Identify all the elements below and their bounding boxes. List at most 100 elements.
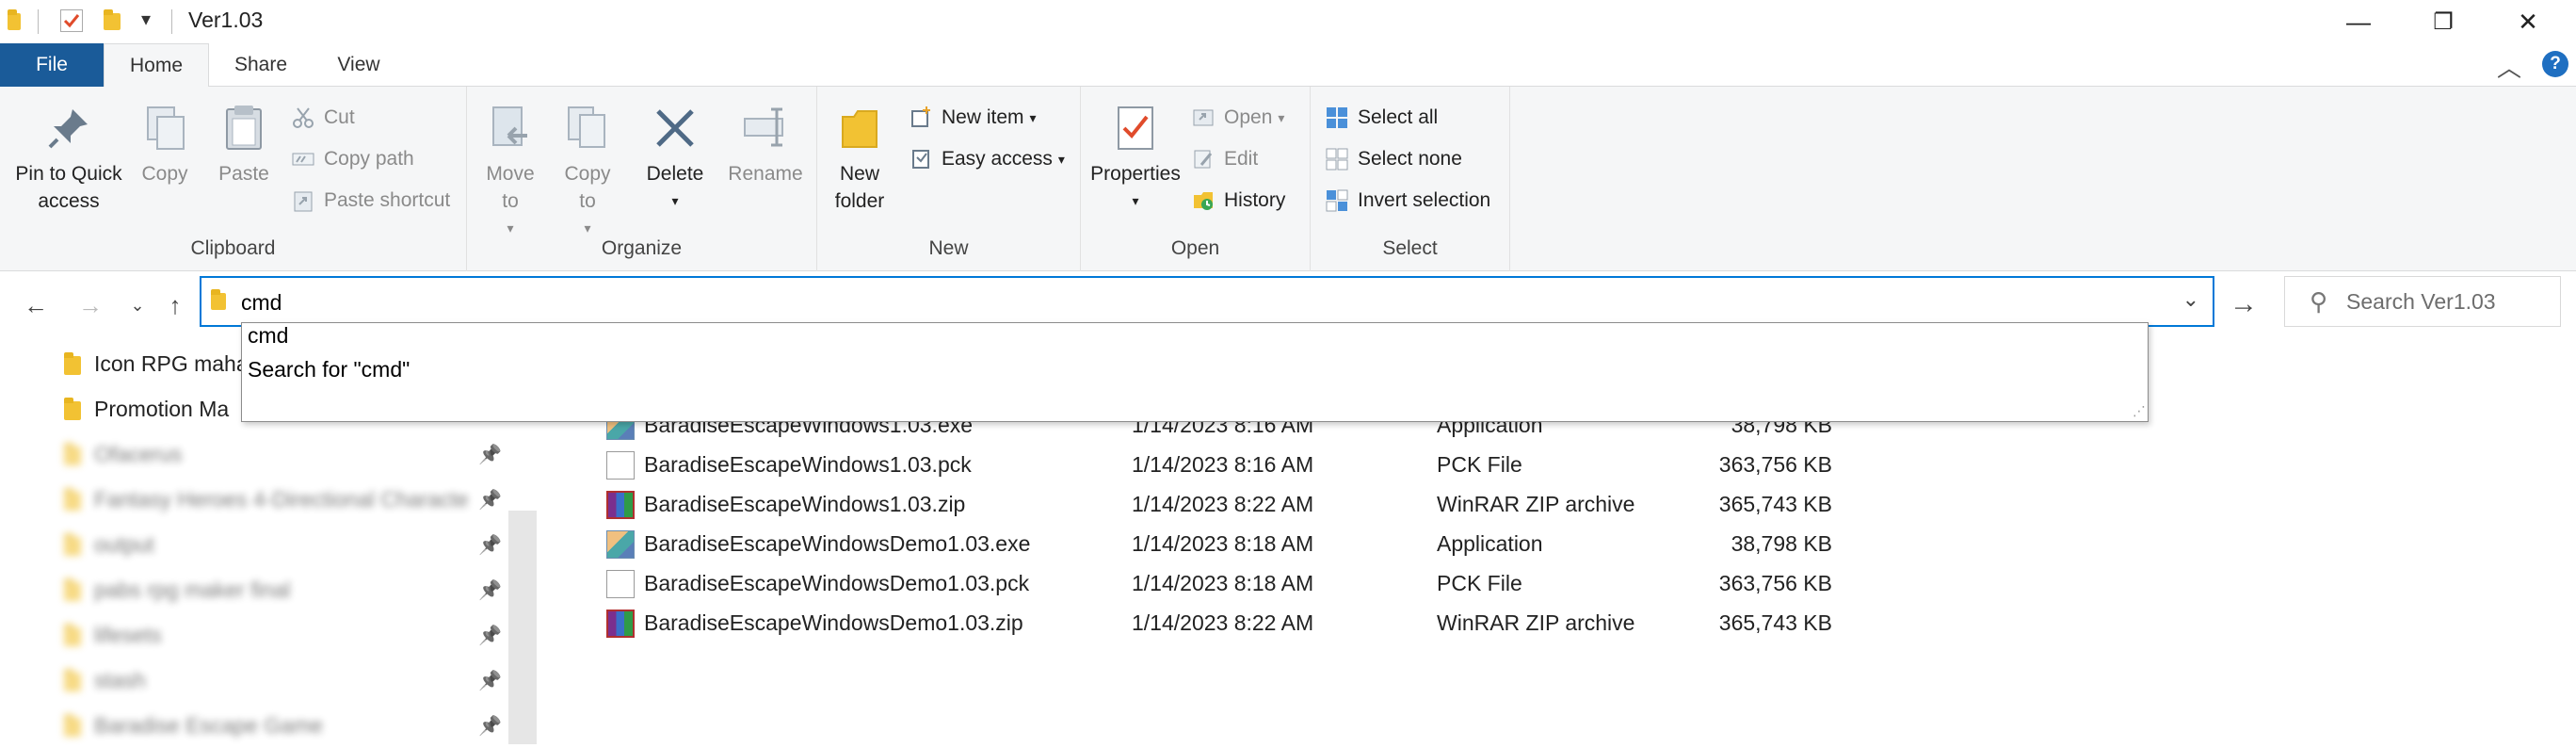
copy-path-label: Copy path: [324, 148, 414, 170]
folder-icon: [64, 578, 81, 601]
paste-shortcut-button[interactable]: Paste shortcut: [292, 185, 450, 217]
nav-item[interactable]: Fantasy Heroes 4-Directional Characte 📌: [0, 477, 508, 522]
pin-icon[interactable]: 📌: [478, 488, 502, 512]
invert-selection-label: Invert selection: [1358, 189, 1491, 211]
pin-icon[interactable]: 📌: [478, 578, 502, 602]
edit-button[interactable]: Edit: [1192, 143, 1258, 175]
new-group: New folder New item ▾ Easy access ▾ New: [817, 87, 1081, 271]
copy-to-button[interactable]: Copy to ▾: [557, 104, 618, 242]
properties-button[interactable]: Properties ▾: [1088, 104, 1183, 215]
tab-view[interactable]: View: [316, 43, 401, 87]
history-label: History: [1224, 189, 1286, 211]
open-label-group: Open: [1170, 237, 1220, 259]
select-label: Select: [1382, 237, 1438, 259]
minimize-ribbon-icon[interactable]: ︿: [2497, 49, 2521, 84]
table-row[interactable]: BaradiseEscapeWindows1.03.pck 1/14/2023 8…: [537, 445, 2576, 484]
copy-to-icon: [563, 104, 612, 153]
tab-home[interactable]: Home: [104, 43, 209, 87]
up-arrow-icon[interactable]: ↑: [158, 288, 192, 322]
resize-grip-icon[interactable]: ⋰: [2133, 403, 2146, 419]
table-row[interactable]: BaradiseEscapeWindows1.03.zip 1/14/2023 8…: [537, 484, 2576, 524]
nav-item[interactable]: Baradise Escape Game 📌: [0, 703, 508, 748]
search-icon: ⚲: [2310, 286, 2328, 316]
easy-access-button[interactable]: Easy access ▾: [910, 143, 1065, 175]
rename-button[interactable]: Rename: [723, 104, 808, 187]
new-folder-button[interactable]: New folder: [830, 104, 889, 215]
file-size: 365,743 KB: [1718, 610, 1832, 635]
folder-icon: [64, 624, 81, 646]
nav-item[interactable]: pabs rpg maker final 📌: [0, 567, 508, 612]
cut-button[interactable]: Cut: [292, 102, 355, 134]
edit-icon: [1192, 148, 1215, 171]
nav-item[interactable]: lifesets 📌: [0, 612, 508, 658]
properties-icon[interactable]: [60, 9, 83, 32]
file-size: 363,756 KB: [1718, 452, 1832, 477]
select-none-icon: [1326, 148, 1348, 171]
folder-icon[interactable]: [8, 9, 28, 34]
file-date: 1/14/2023 8:18 AM: [1132, 571, 1314, 595]
move-to-label: Move to: [486, 163, 535, 212]
nav-scrollbar[interactable]: [508, 511, 537, 744]
history-button[interactable]: History: [1192, 185, 1285, 217]
select-all-button[interactable]: Select all: [1326, 102, 1438, 134]
minimize-button[interactable]: —: [2316, 0, 2401, 43]
move-to-button[interactable]: Move to ▾: [480, 104, 540, 242]
new-item-button[interactable]: New item ▾: [910, 102, 1037, 134]
open-label: Open: [1224, 106, 1273, 128]
chevron-down-icon[interactable]: ⌄: [2182, 287, 2199, 312]
suggestion-search-for-cmd[interactable]: Search for "cmd": [248, 357, 410, 389]
file-date: 1/14/2023 8:16 AM: [1132, 452, 1314, 477]
recent-locations-chevron-icon[interactable]: ⌄: [121, 288, 154, 322]
file-type: PCK File: [1437, 571, 1522, 595]
go-arrow-icon[interactable]: →: [2220, 281, 2267, 328]
pin-icon[interactable]: 📌: [478, 533, 502, 557]
open-button[interactable]: Open ▾: [1192, 102, 1284, 134]
file-date: 1/14/2023 8:18 AM: [1132, 531, 1314, 556]
new-folder-icon[interactable]: [104, 9, 124, 34]
organize-label: Organize: [601, 237, 683, 259]
forward-arrow-icon[interactable]: →: [73, 288, 107, 322]
new-label: New: [928, 237, 969, 259]
back-arrow-icon[interactable]: ←: [19, 288, 53, 322]
pin-icon[interactable]: 📌: [478, 714, 502, 738]
nav-item[interactable]: stash 📌: [0, 658, 508, 703]
paste-button[interactable]: Paste: [211, 104, 277, 187]
tab-file[interactable]: File: [0, 43, 104, 87]
address-bar[interactable]: ⌄: [200, 276, 2214, 327]
delete-label: Delete: [646, 163, 704, 185]
nav-item[interactable]: output 📌: [0, 522, 508, 567]
window-title: Ver1.03: [188, 8, 264, 32]
select-none-button[interactable]: Select none: [1326, 143, 1462, 175]
zip-file-icon: [606, 491, 635, 519]
organize-group: Move to ▾ Copy to ▾ Delete ▾ Rename Orga…: [467, 87, 817, 271]
clipboard-group: Pin to Quick access Copy Paste Cut Copy …: [0, 87, 467, 271]
restore-button[interactable]: ❐: [2401, 0, 2486, 43]
table-row[interactable]: BaradiseEscapeWindowsDemo1.03.pck 1/14/20…: [537, 563, 2576, 603]
search-box[interactable]: ⚲: [2284, 276, 2561, 327]
edit-label: Edit: [1224, 148, 1259, 170]
pin-icon[interactable]: 📌: [478, 443, 502, 466]
help-icon[interactable]: ?: [2542, 51, 2568, 77]
zip-file-icon: [606, 610, 635, 638]
table-row[interactable]: BaradiseEscapeWindowsDemo1.03.zip 1/14/20…: [537, 603, 2576, 642]
copy-button[interactable]: Copy: [132, 104, 198, 187]
nav-item-label: Icon RPG maha: [94, 350, 249, 376]
copy-path-button[interactable]: Copy path: [292, 143, 414, 175]
nav-item[interactable]: Ofacerus 📌: [0, 431, 508, 477]
pin-to-quick-access-button[interactable]: Pin to Quick access: [8, 104, 130, 215]
rename-icon: [741, 104, 790, 153]
address-input[interactable]: [239, 285, 2141, 319]
quick-access-dropdown-icon[interactable]: ▾: [141, 8, 151, 31]
title-bar: ▾ Ver1.03 — ❐ ✕: [0, 0, 2576, 43]
delete-button[interactable]: Delete ▾: [642, 104, 708, 215]
divider: [171, 9, 172, 34]
invert-selection-button[interactable]: Invert selection: [1326, 185, 1490, 217]
suggestion-cmd[interactable]: cmd: [248, 323, 288, 355]
search-input[interactable]: [2344, 287, 2534, 316]
table-row[interactable]: BaradiseEscapeWindowsDemo1.03.exe 1/14/20…: [537, 524, 2576, 563]
folder-icon: [211, 289, 226, 310]
pin-icon[interactable]: 📌: [478, 669, 502, 692]
close-button[interactable]: ✕: [2486, 0, 2570, 43]
pin-icon[interactable]: 📌: [478, 624, 502, 647]
tab-share[interactable]: Share: [218, 43, 303, 87]
